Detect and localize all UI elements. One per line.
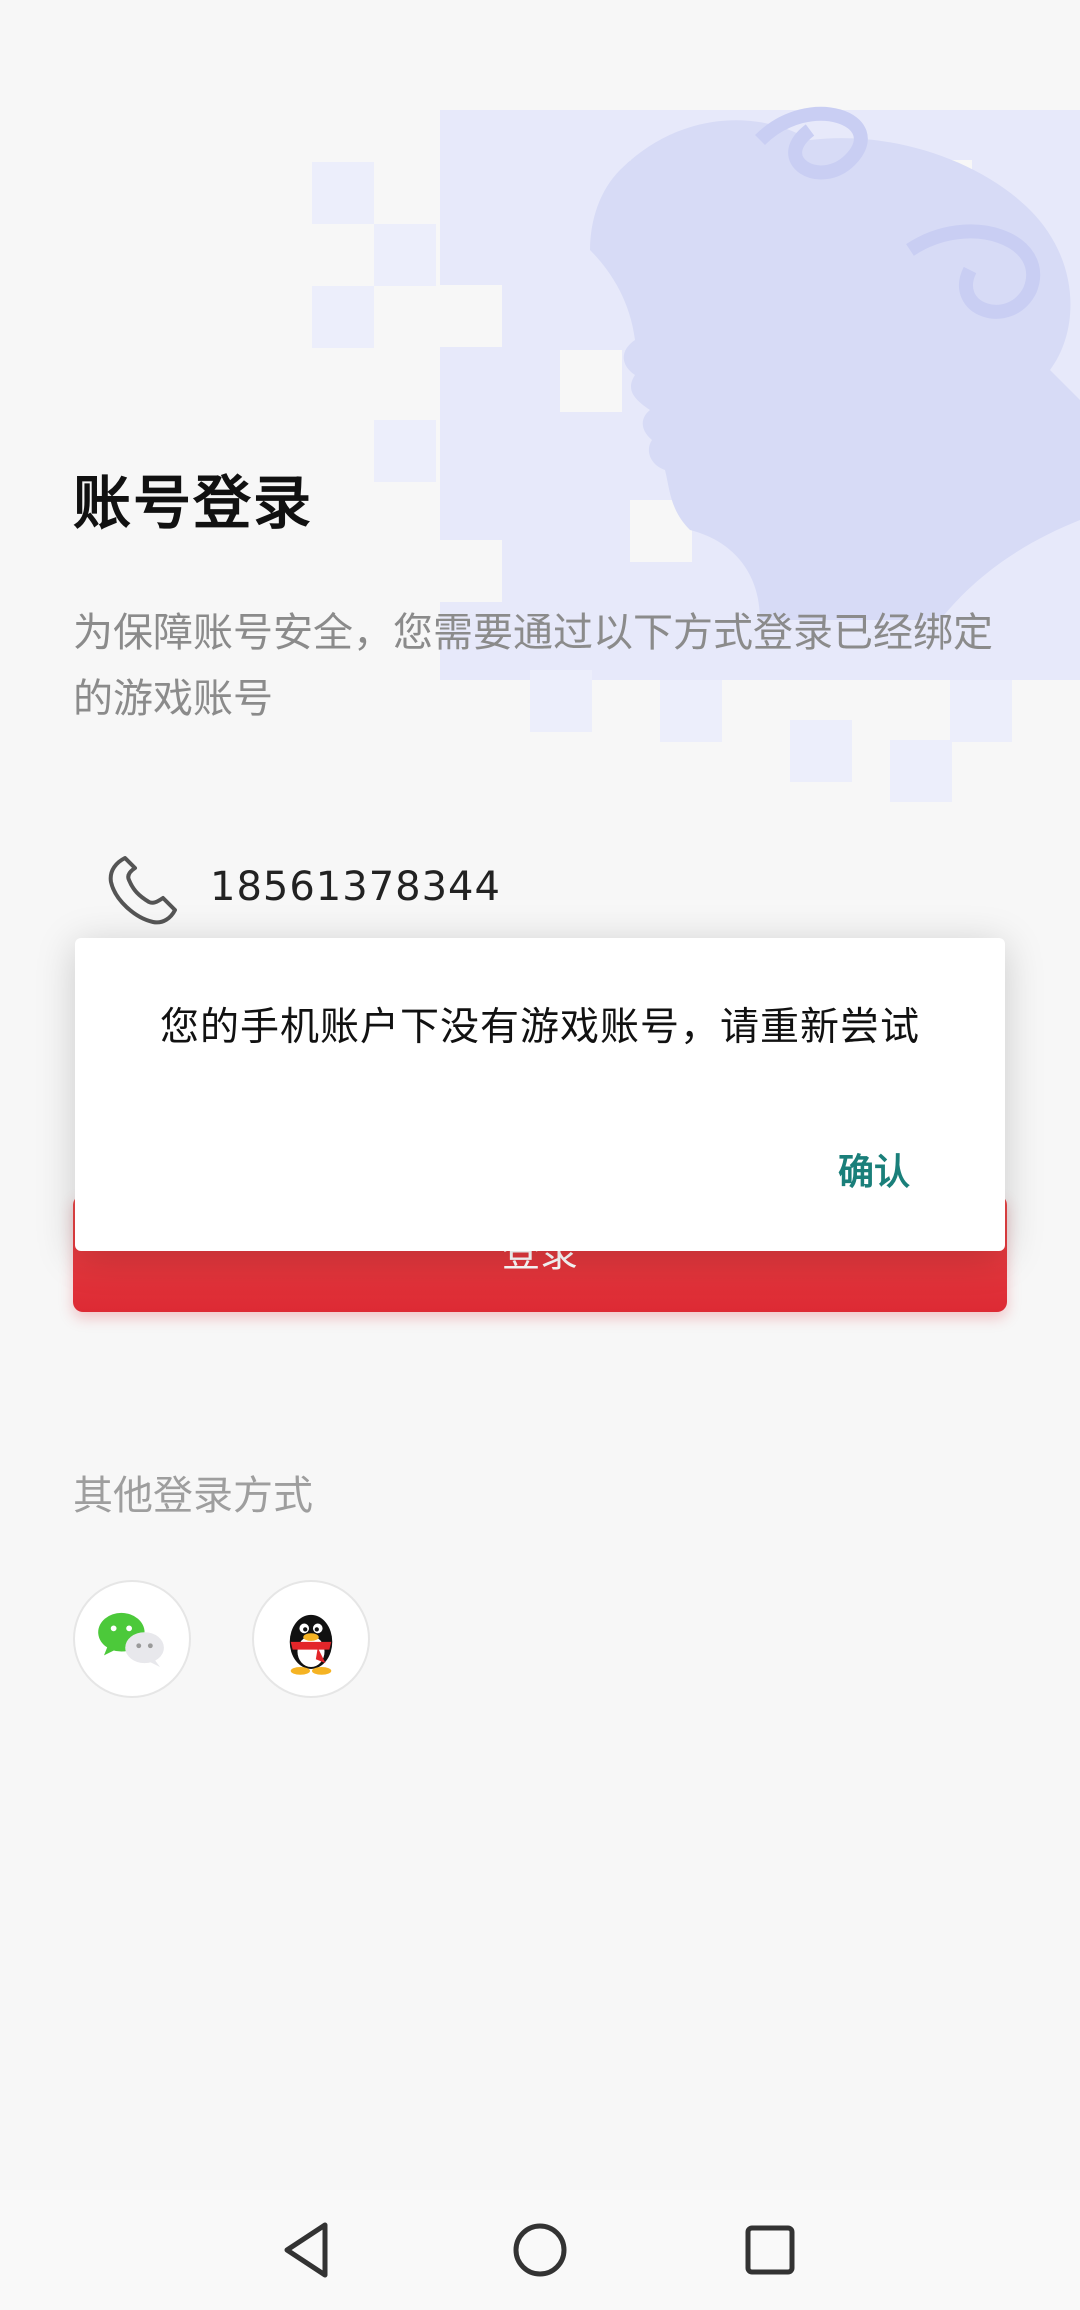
phone-icon xyxy=(108,856,177,925)
qq-icon xyxy=(289,1614,333,1675)
wechat-login-button[interactable] xyxy=(73,1580,191,1698)
phone-account-row[interactable]: 18561378344 xyxy=(105,850,1005,930)
other-login-label: 其他登录方式 xyxy=(73,1473,313,1519)
system-nav-bar xyxy=(0,2190,1080,2310)
qq-login-button[interactable] xyxy=(252,1580,370,1698)
phone-number: 18561378344 xyxy=(210,864,501,910)
error-dialog: 您的手机账户下没有游戏账号，请重新尝试 确认 xyxy=(75,938,1005,1251)
home-circle-icon[interactable] xyxy=(505,2215,575,2285)
wechat-icon xyxy=(98,1612,164,1668)
confirm-button[interactable]: 确认 xyxy=(838,1143,910,1195)
back-triangle-icon[interactable] xyxy=(273,2215,343,2285)
page-subtitle: 为保障账号安全，您需要通过以下方式登录已经绑定的游戏账号 xyxy=(73,610,993,722)
hero-illustration xyxy=(312,106,1080,802)
page-title: 账号登录 xyxy=(73,469,314,537)
dialog-message: 您的手机账户下没有游戏账号，请重新尝试 xyxy=(159,1005,920,1050)
recent-square-icon[interactable] xyxy=(735,2215,805,2285)
